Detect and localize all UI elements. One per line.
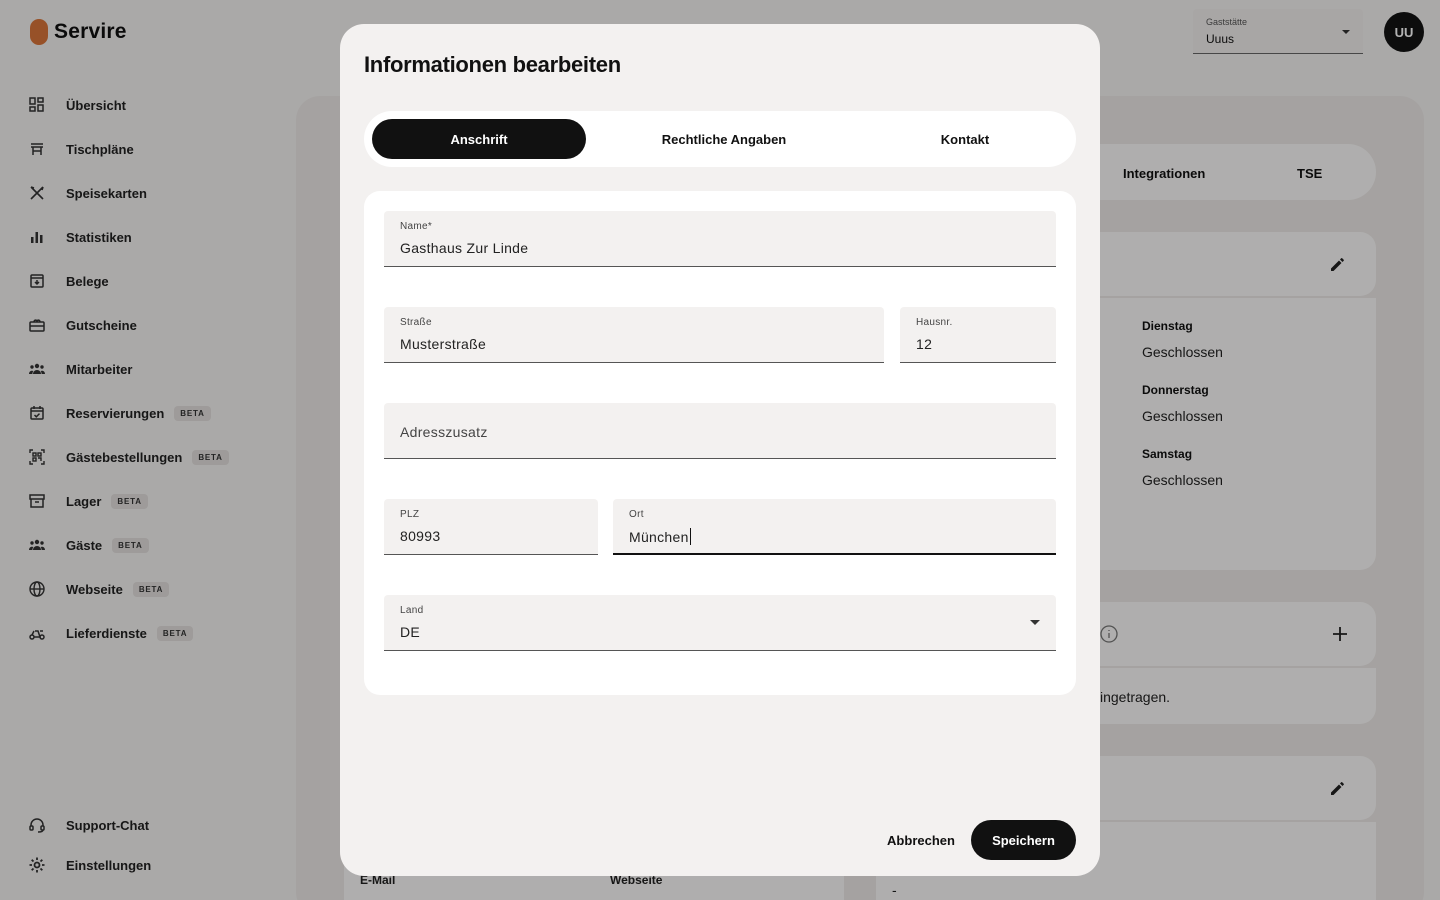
address-extra-field[interactable]: Adresszusatz — [384, 403, 1056, 459]
street-field[interactable]: Straße Musterstraße — [384, 307, 884, 363]
text-cursor — [689, 528, 691, 545]
street-field-value: Musterstraße — [400, 336, 487, 352]
name-field[interactable]: Name* Gasthaus Zur Linde — [384, 211, 1056, 267]
chevron-down-icon — [1030, 620, 1040, 625]
city-field-value: München — [629, 529, 689, 545]
tab-rechtliche-angaben[interactable]: Rechtliche Angaben — [604, 119, 844, 159]
city-field[interactable]: Ort München — [613, 499, 1056, 555]
edit-information-dialog: Informationen bearbeiten Anschrift Recht… — [340, 24, 1100, 876]
country-select[interactable]: Land DE — [384, 595, 1056, 651]
house-number-field-value: 12 — [916, 336, 933, 352]
name-field-value: Gasthaus Zur Linde — [400, 240, 529, 256]
tab-anschrift[interactable]: Anschrift — [372, 119, 586, 159]
street-field-label: Straße — [400, 317, 432, 328]
name-field-label: Name* — [400, 221, 433, 232]
house-number-field-label: Hausnr. — [916, 317, 953, 328]
house-number-field[interactable]: Hausnr. 12 — [900, 307, 1056, 363]
dialog-tabs: Anschrift Rechtliche Angaben Kontakt — [364, 111, 1076, 167]
country-select-label: Land — [400, 605, 424, 616]
country-select-value: DE — [400, 624, 421, 640]
zip-field[interactable]: PLZ 80993 — [384, 499, 598, 555]
cancel-button[interactable]: Abbrechen — [880, 820, 962, 860]
address-extra-placeholder: Adresszusatz — [400, 424, 488, 440]
city-field-value-wrap: München — [629, 528, 691, 545]
zip-field-value: 80993 — [400, 528, 441, 544]
zip-field-label: PLZ — [400, 509, 420, 520]
tab-kontakt[interactable]: Kontakt — [864, 119, 1066, 159]
dialog-title: Informationen bearbeiten — [364, 52, 621, 77]
city-field-label: Ort — [629, 509, 644, 520]
save-button[interactable]: Speichern — [971, 820, 1076, 860]
address-form: Name* Gasthaus Zur Linde Straße Musterst… — [364, 191, 1076, 695]
